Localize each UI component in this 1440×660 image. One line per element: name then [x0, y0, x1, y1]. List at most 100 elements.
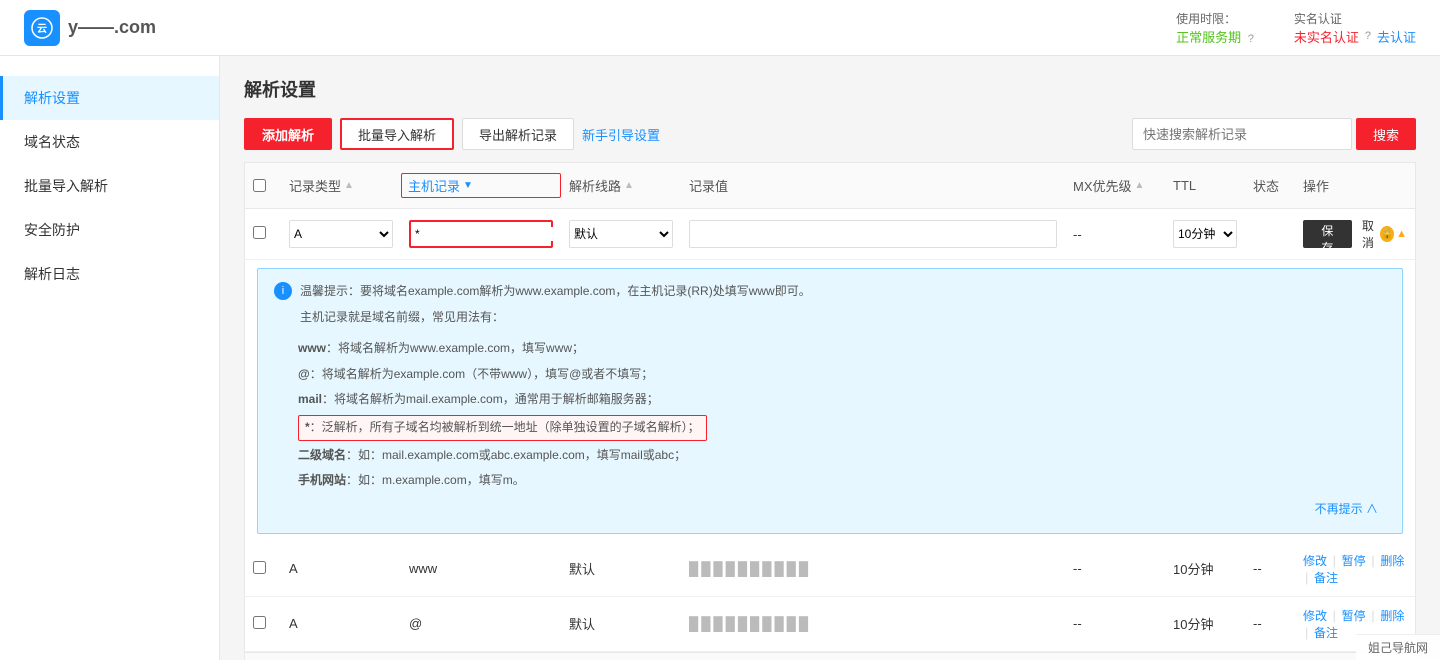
row2-mx-priority: -- — [1065, 616, 1165, 631]
logo-text: y——.com — [68, 17, 156, 38]
row2-delete-link[interactable]: 删除 — [1380, 609, 1404, 623]
col-ttl: TTL — [1165, 173, 1245, 198]
go-verify-link[interactable]: 去认证 — [1377, 27, 1416, 46]
service-limit-block: 使用时限： 正常服务期 ? — [1176, 10, 1254, 46]
svg-text:云: 云 — [37, 23, 47, 35]
row2-resolve-line: 默认 — [561, 614, 681, 633]
row1-host-record: www — [401, 561, 561, 576]
table-row: A @ 默认 ██████████ -- 10分钟 -- 修改 | 暂停 | 删… — [245, 597, 1415, 652]
row2-checkbox[interactable] — [253, 616, 266, 629]
info-box: i 温馨提示：要将域名example.com解析为www.example.com… — [257, 268, 1403, 534]
sort-host-record-icon[interactable]: ▼ — [463, 180, 473, 191]
sidebar-item-domain-status-label: 域名状态 — [24, 132, 80, 152]
ttl-select[interactable]: 10分钟 30分钟 1小时 — [1173, 220, 1237, 248]
service-limit-label: 使用时限： — [1176, 10, 1254, 27]
select-all-checkbox[interactable] — [253, 179, 266, 192]
row1-pause-link[interactable]: 暂停 — [1342, 554, 1366, 568]
no-more-button[interactable]: 不再提示 ∧ — [274, 496, 1386, 521]
add-resolve-button[interactable]: 添加解析 — [244, 118, 332, 150]
mx-priority-cell: -- — [1065, 227, 1165, 242]
record-type-select[interactable]: A CNAME MX TXT AAAA — [289, 220, 393, 248]
real-name-block: 实名认证 未实名认证 ? 去认证 — [1294, 10, 1416, 46]
col-host-record: 主机记录 ▼ — [401, 173, 561, 198]
export-button[interactable]: 导出解析记录 — [462, 118, 574, 150]
sidebar-item-dns-settings[interactable]: 解析设置 — [0, 76, 219, 120]
guide-button[interactable]: 新手引导设置 — [582, 125, 660, 144]
row2-status: -- — [1245, 616, 1295, 631]
row2-pause-link[interactable]: 暂停 — [1342, 609, 1366, 623]
service-help-icon: ? — [1248, 33, 1254, 45]
sidebar-item-batch-import[interactable]: 批量导入解析 — [0, 164, 219, 208]
row1-actions: 修改 | 暂停 | 删除 | 备注 — [1295, 552, 1415, 586]
row1-record-value: ██████████ — [681, 561, 1065, 576]
info-item-mail: mail：将域名解析为mail.example.com，通常用于解析邮箱服务器； — [298, 389, 1386, 411]
arrow-icon: ▲ — [1396, 228, 1407, 240]
row1-ip-blur: ██████████ — [689, 561, 811, 576]
search-area: 搜索 — [1132, 118, 1416, 150]
info-box-content: 温馨提示：要将域名example.com解析为www.example.com，在… — [300, 281, 811, 332]
info-tip-header: 温馨提示：要将域名example.com解析为www.example.com，在… — [300, 281, 811, 303]
form-row-checkbox[interactable] — [253, 226, 266, 239]
info-item-www: www：将域名解析为www.example.com，填写www； — [298, 338, 1386, 360]
save-button[interactable]: 保存 — [1303, 220, 1352, 248]
sort-record-type-icon[interactable]: ▲ — [344, 180, 354, 191]
row1-delete-link[interactable]: 删除 — [1380, 554, 1404, 568]
sidebar-item-domain-status[interactable]: 域名状态 — [0, 120, 219, 164]
watermark-text: 姐己导航网 — [1368, 641, 1428, 655]
info-tip-sub: 主机记录就是域名前缀，常见用法有： — [300, 307, 811, 329]
row1-note-link[interactable]: 备注 — [1314, 571, 1338, 585]
row2-host-record: @ — [401, 616, 561, 631]
row2-record-type: A — [281, 616, 401, 631]
row1-record-type: A — [281, 561, 401, 576]
row2-ttl: 10分钟 — [1165, 614, 1245, 633]
row2-note-link[interactable]: 备注 — [1314, 626, 1338, 640]
table-footer: 暂停 启用 删除 1/1页 ‹ › — [245, 652, 1415, 660]
search-input[interactable] — [1132, 118, 1352, 150]
host-record-input-wrap: ✕ — [409, 220, 553, 248]
row1-edit-link[interactable]: 修改 — [1303, 554, 1327, 568]
resolve-line-select[interactable]: 默认 联通 电信 移动 — [569, 220, 673, 248]
sidebar-item-dns-log[interactable]: 解析日志 — [0, 252, 219, 296]
sort-mx-priority-icon[interactable]: ▲ — [1135, 180, 1145, 191]
row1-checkbox[interactable] — [253, 561, 266, 574]
search-button[interactable]: 搜索 — [1356, 118, 1416, 150]
row2-ip-blur: ██████████ — [689, 616, 811, 631]
page-title: 解析设置 — [244, 76, 1416, 102]
sidebar: 解析设置 域名状态 批量导入解析 安全防护 解析日志 — [0, 56, 220, 660]
col-record-type: 记录类型 ▲ — [281, 173, 401, 198]
sidebar-item-dns-log-label: 解析日志 — [24, 264, 80, 284]
main-content: 解析设置 添加解析 批量导入解析 导出解析记录 新手引导设置 搜索 记录类型 ▲ — [220, 56, 1440, 660]
table-header: 记录类型 ▲ 主机记录 ▼ 解析线路 ▲ 记录值 MX优先级 ▲ — [245, 163, 1415, 209]
watermark-bar: 姐己导航网 — [1356, 634, 1440, 660]
real-name-help-icon: ? — [1365, 30, 1371, 42]
info-item-wildcard: *：泛解析，所有子域名均被解析到统一地址（除单独设置的子域名解析）； — [298, 415, 1386, 441]
layout: 解析设置 域名状态 批量导入解析 安全防护 解析日志 解析设置 添加解析 批量导… — [0, 56, 1440, 660]
info-item-at: @：将域名解析为example.com（不带www），填写@或者不填写； — [298, 364, 1386, 386]
row2-edit-link[interactable]: 修改 — [1303, 609, 1327, 623]
logo: 云 y——.com — [24, 10, 156, 46]
row1-ttl: 10分钟 — [1165, 559, 1245, 578]
wildcard-highlight: *：泛解析，所有子域名均被解析到统一地址（除单独设置的子域名解析）； — [298, 415, 707, 441]
sidebar-item-security-label: 安全防护 — [24, 220, 80, 240]
dns-table: 记录类型 ▲ 主机记录 ▼ 解析线路 ▲ 记录值 MX优先级 ▲ — [244, 162, 1416, 660]
sidebar-item-security[interactable]: 安全防护 — [0, 208, 219, 252]
form-row-actions: 保存 取消 🔒 ▲ — [1295, 217, 1415, 251]
cancel-button[interactable]: 取消 — [1358, 217, 1379, 251]
info-item-subdomain: 二级域名：如：mail.example.com或abc.example.com，… — [298, 445, 1386, 467]
batch-import-button[interactable]: 批量导入解析 — [340, 118, 454, 150]
record-value-input[interactable] — [689, 220, 1057, 248]
logo-icon: 云 — [24, 10, 60, 46]
host-record-input[interactable] — [415, 227, 570, 241]
col-mx-priority: MX优先级 ▲ — [1065, 173, 1165, 198]
col-record-value: 记录值 — [681, 173, 1065, 198]
info-box-header: i 温馨提示：要将域名example.com解析为www.example.com… — [274, 281, 1386, 332]
sidebar-item-batch-import-label: 批量导入解析 — [24, 176, 108, 196]
toolbar: 添加解析 批量导入解析 导出解析记录 新手引导设置 搜索 — [244, 118, 1416, 150]
row2-record-value: ██████████ — [681, 616, 1065, 631]
col-status: 状态 — [1245, 173, 1295, 198]
lock-icon: 🔒 — [1380, 226, 1394, 242]
table-row: A www 默认 ██████████ -- 10分钟 -- 修改 | 暂停 |… — [245, 542, 1415, 597]
header: 云 y——.com 使用时限： 正常服务期 ? 实名认证 未实名认证 ? 去认证 — [0, 0, 1440, 56]
sort-resolve-line-icon[interactable]: ▲ — [624, 180, 634, 191]
col-resolve-line: 解析线路 ▲ — [561, 173, 681, 198]
